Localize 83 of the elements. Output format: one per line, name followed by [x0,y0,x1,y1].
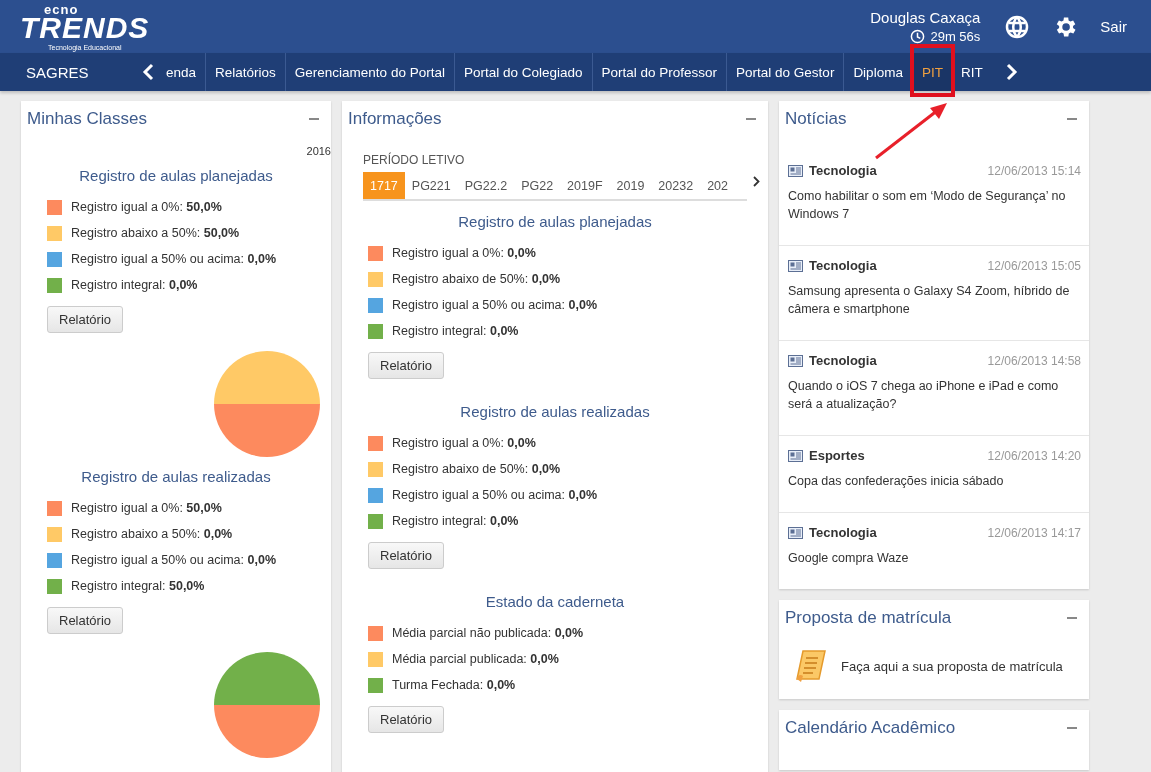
section-title: Registro de aulas realizadas [460,403,650,420]
legend-label: Registro igual a 0%: 0,0% [392,436,536,450]
session-timer: 29m 56s [930,29,981,44]
news-category: Tecnologia [809,163,877,178]
nav-tab[interactable]: Relatórios [206,53,286,91]
newspaper-icon [788,449,803,462]
legend-label: Registro abaixo a 50%: 0,0% [71,527,233,541]
nav-tab[interactable]: Gerenciamento do Portal [285,53,455,91]
period-label: PERÍODO LETIVO [363,153,465,167]
proposal-link[interactable]: Faça aqui a sua proposta de matrícula [841,658,1063,674]
newspaper-icon [788,259,803,272]
report-button[interactable]: Relatório [368,706,445,733]
panel-title: Minhas Classes [27,109,147,129]
legend-label: Registro igual a 50% ou acima: 0,0% [392,298,597,312]
legend-label: Registro integral: 0,0% [392,324,519,338]
nav-tab[interactable]: Portal do Gestor [727,53,845,91]
news-category: Tecnologia [809,353,877,368]
period-tab[interactable]: 2019F [560,172,610,199]
newspaper-icon [788,164,803,177]
panel-title: Calendário Acadêmico [785,718,956,738]
period-tab[interactable]: PG22 [514,172,561,199]
news-category: Tecnologia [809,258,877,273]
logout-link[interactable]: Sair [1100,18,1127,35]
news-title[interactable]: Quando o iOS 7 chega ao iPhone e iPad e como será a atualização? [788,377,1081,413]
news-date: 12/06/2013 14:58 [987,353,1081,368]
period-tab[interactable]: 20232 [651,172,701,199]
nav-tab[interactable]: Diploma [844,53,913,91]
period-tab[interactable]: 2019 [609,172,652,199]
document-icon[interactable] [793,648,829,684]
legend-label: Turma Fechada: 0,0% [392,678,516,692]
legend-label: Registro igual a 50% ou acima: 0,0% [392,488,597,502]
section-title: Registro de aulas planejadas [79,167,273,184]
news-category: Esportes [809,448,865,463]
news-date: 12/06/2013 14:20 [987,448,1081,463]
panel-title: Proposta de matrícula [785,608,952,628]
news-date: 12/06/2013 14:17 [987,525,1081,540]
chevron-right-icon[interactable] [753,176,760,187]
report-button[interactable]: Relatório [47,607,124,634]
period-tab[interactable]: 202 [700,172,735,199]
section-title: Registro de aulas realizadas [81,468,271,485]
newspaper-icon [788,526,803,539]
nav-tab[interactable]: RIT [951,53,992,91]
news-title[interactable]: Samsung apresenta o Galaxy S4 Zoom, híbrido de câmera e smartphone [788,282,1081,318]
news-date: 12/06/2013 15:14 [987,163,1081,178]
nav-tab[interactable]: enda [162,53,207,91]
legend-label: Registro abaixo de 50%: 0,0% [392,272,561,286]
section-title: Estado da caderneta [485,593,625,610]
legend-label: Registro igual a 0%: 0,0% [392,246,536,260]
legend-label: Média parcial não publicada: 0,0% [392,626,584,640]
section-title: Registro de aulas planejadas [458,213,652,230]
newspaper-icon [788,354,803,367]
legend-label: Registro integral: 0,0% [392,514,519,528]
report-button[interactable]: Relatório [368,352,445,379]
nav-tab[interactable]: Portal do Professor [592,53,728,91]
system-menu[interactable]: SAGRES [0,53,98,91]
news-title[interactable]: Google compra Waze [788,549,1081,567]
news-date: 12/06/2013 15:05 [987,258,1081,273]
panel-title: Informações [348,109,442,129]
year-label: 2016 [306,145,331,157]
period-tab[interactable]: PG22.2 [457,172,515,199]
legend-label: Registro integral: 0,0% [71,278,198,292]
nav-tab[interactable]: Portal do Colegiado [454,53,593,91]
period-tab[interactable]: PG221 [404,172,458,199]
nav-tab[interactable]: PIT [912,53,952,91]
legend-label: Registro integral: 50,0% [71,579,205,593]
report-button[interactable]: Relatório [47,306,124,333]
legend-label: Registro igual a 0%: 50,0% [71,501,222,515]
report-button[interactable]: Relatório [368,542,445,569]
legend-label: Registro abaixo de 50%: 0,0% [392,462,561,476]
legend-label: Registro abaixo a 50%: 50,0% [71,226,240,240]
legend-label: Registro igual a 50% ou acima: 0,0% [71,252,276,266]
news-category: Tecnologia [809,525,877,540]
user-name: Douglas Caxaça [870,9,981,26]
news-title[interactable]: Copa das confederações inicia sábado [788,472,1081,490]
clock-icon [910,29,926,44]
globe-icon[interactable] [1004,13,1031,40]
legend-label: Média parcial publicada: 0,0% [392,652,559,666]
legend-label: Registro igual a 0%: 50,0% [71,200,222,214]
chevron-left-icon[interactable] [142,63,154,81]
news-title[interactable]: Como habilitar o som em ‘Modo de Segurança’ no Windows 7 [788,187,1081,223]
legend-label: Registro igual a 50% ou acima: 0,0% [71,553,276,567]
highlight-box [909,44,955,97]
panel-title: Notícias [785,109,847,129]
